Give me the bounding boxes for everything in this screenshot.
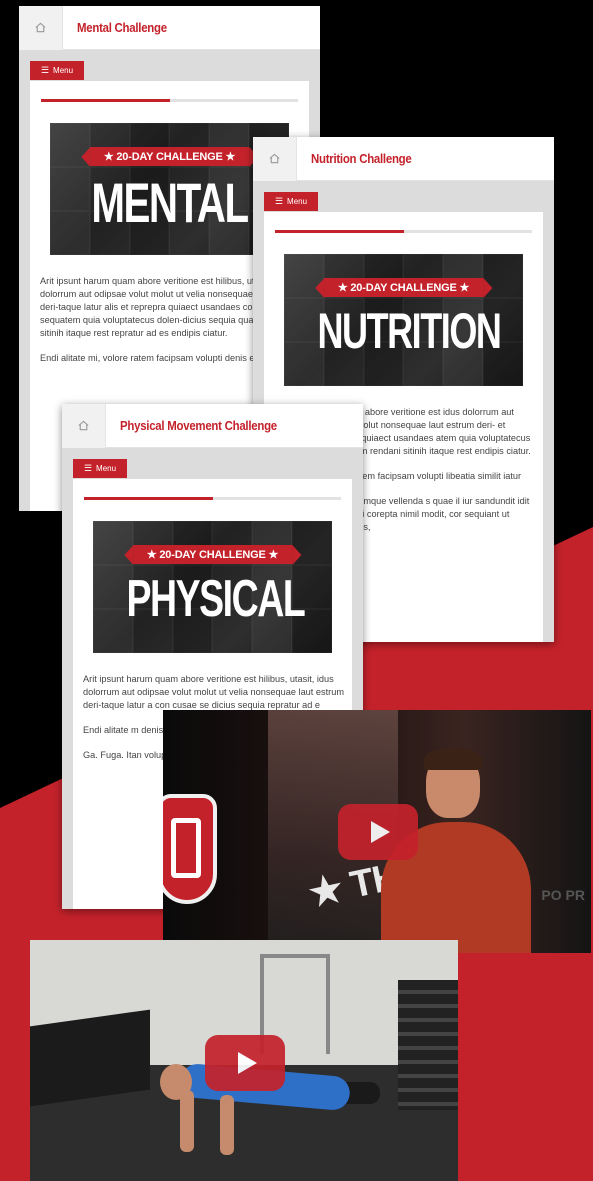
- home-button[interactable]: [62, 404, 106, 448]
- menu-button[interactable]: ☰ Menu: [30, 61, 84, 80]
- progress-fill: [275, 230, 404, 233]
- home-icon: [35, 22, 46, 33]
- hamburger-icon: ☰: [83, 463, 93, 473]
- menu-button[interactable]: ☰ Menu: [73, 459, 127, 478]
- progress-fill: [41, 99, 170, 102]
- page-title: Mental Challenge: [77, 20, 167, 35]
- hero-image: ★ 20-DAY CHALLENGE ★ PHYSICAL: [93, 521, 332, 653]
- challenge-banner: ★ 20-DAY CHALLENGE ★: [123, 545, 302, 565]
- menu-button[interactable]: ☰ Menu: [264, 192, 318, 211]
- treadmill: [30, 1009, 150, 1107]
- home-button[interactable]: [19, 6, 63, 50]
- p-shield-logo: [163, 794, 217, 904]
- home-icon: [269, 153, 280, 164]
- play-button[interactable]: [205, 1035, 285, 1091]
- progress-bar: [275, 230, 532, 233]
- home-icon: [78, 420, 89, 431]
- intro-video-player[interactable]: ★ THE PO PR: [163, 710, 591, 953]
- hero-word: MENTAL: [91, 171, 249, 234]
- progress-bar: [41, 99, 298, 102]
- play-button[interactable]: [338, 804, 418, 860]
- page-title: Physical Movement Challenge: [120, 418, 277, 433]
- exercise-video-player[interactable]: [30, 940, 458, 1181]
- paragraph: Arit ipsunt harum quam abore veritione e…: [83, 674, 344, 710]
- hero-word: NUTRITION: [317, 303, 501, 359]
- challenge-banner: ★ 20-DAY CHALLENGE ★: [80, 147, 259, 167]
- hamburger-icon: ☰: [274, 196, 284, 206]
- top-bar: Nutrition Challenge: [253, 137, 554, 181]
- dumbbell-rack: [398, 980, 458, 1110]
- side-text: PO PR: [541, 887, 585, 903]
- top-bar: Physical Movement Challenge: [62, 404, 363, 448]
- challenge-banner: ★ 20-DAY CHALLENGE ★: [314, 278, 493, 298]
- hero-word: PHYSICAL: [126, 570, 305, 628]
- page-title: Nutrition Challenge: [311, 151, 412, 166]
- progress-fill: [84, 497, 213, 500]
- hamburger-icon: ☰: [40, 65, 50, 75]
- progress-bar: [84, 497, 341, 500]
- home-button[interactable]: [253, 137, 297, 181]
- hero-image: ★ 20-DAY CHALLENGE ★ NUTRITION: [284, 254, 523, 386]
- top-bar: Mental Challenge: [19, 6, 320, 50]
